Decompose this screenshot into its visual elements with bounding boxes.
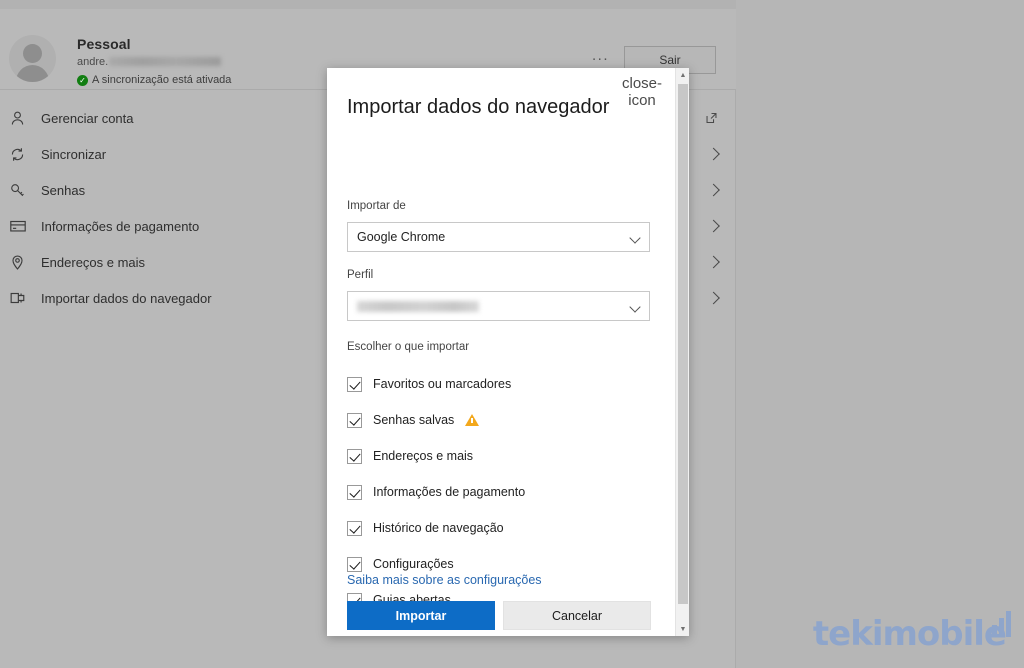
checkbox-row-senhas-salvas[interactable]: Senhas salvas	[347, 402, 657, 438]
checkbox-label: Endereços e mais	[373, 449, 474, 463]
import-from-value: Google Chrome	[357, 230, 446, 244]
location-pin-icon	[9, 252, 35, 272]
sidebar-item-label: Importar dados do navegador	[41, 290, 212, 306]
close-icon[interactable]: close-icon	[622, 75, 662, 109]
choose-what-to-import-label: Escolher o que importar	[347, 341, 470, 353]
import-from-select[interactable]: Google Chrome	[347, 222, 650, 252]
checkbox-icon[interactable]	[347, 412, 362, 428]
import-from-label: Importar de	[347, 200, 406, 212]
app-root: Pessoal andre.██████████████ ✓ A sincron…	[0, 0, 1024, 668]
chevron-right-icon[interactable]	[707, 147, 720, 161]
more-options-button[interactable]: ...	[592, 48, 609, 63]
sidebar-item-label: Endereços e mais	[41, 254, 146, 270]
person-icon	[9, 108, 35, 128]
warning-icon	[465, 414, 480, 426]
check-circle-icon: ✓	[77, 74, 88, 86]
chevron-right-icon[interactable]	[707, 183, 720, 197]
account-email-redacted: ██████████████	[109, 57, 222, 66]
profile-value-redacted: ██████████	[357, 300, 479, 312]
checkbox-label: Histórico de navegação	[373, 521, 504, 535]
checkbox-label: Senhas salvas	[373, 413, 455, 427]
sidebar-item-label: Senhas	[41, 182, 86, 198]
chevron-right-icon[interactable]	[707, 219, 720, 233]
watermark-text: tekimobile	[812, 614, 1007, 654]
avatar-head	[23, 44, 42, 63]
caret-down-icon[interactable]: ▼	[676, 622, 690, 636]
checkbox-icon[interactable]	[347, 556, 362, 572]
import-icon	[9, 288, 35, 308]
sidebar-item-label: Informações de pagamento	[41, 218, 200, 234]
checkbox-row-favoritos[interactable]: Favoritos ou marcadores	[347, 366, 657, 402]
account-name: Pessoal	[77, 36, 131, 52]
dialog-footer: Importar Cancelar	[347, 601, 651, 630]
checkbox-icon[interactable]	[347, 484, 362, 500]
checkbox-row-historico[interactable]: Histórico de navegação	[347, 510, 657, 546]
scrollbar-thumb[interactable]	[678, 84, 688, 604]
checkbox-row-pagamento[interactable]: Informações de pagamento	[347, 474, 657, 510]
key-icon	[9, 180, 35, 200]
learn-more-link[interactable]: Saiba mais sobre as configurações	[347, 573, 542, 587]
window-top-edge	[0, 0, 736, 9]
chevron-down-icon	[629, 232, 641, 244]
profile-label: Perfil	[347, 269, 374, 281]
watermark: tekimobile	[812, 611, 1011, 654]
sync-icon	[9, 144, 35, 164]
sync-status: ✓ A sincronização está ativada	[77, 74, 231, 86]
dialog-title: Importar dados do navegador	[347, 96, 610, 118]
account-email: andre.██████████████	[77, 56, 222, 68]
chevron-right-icon[interactable]	[707, 291, 720, 305]
checkbox-icon[interactable]	[347, 448, 362, 464]
import-button[interactable]: Importar	[347, 601, 495, 630]
sidebar-item-label: Sincronizar	[41, 146, 107, 162]
avatar	[9, 35, 56, 82]
chevron-down-icon	[629, 301, 641, 313]
dialog-scrollbar[interactable]: ▲ ▼	[675, 68, 689, 636]
credit-card-icon	[9, 216, 35, 236]
checkbox-icon[interactable]	[347, 520, 362, 536]
checkbox-label: Informações de pagamento	[373, 485, 526, 499]
dialog-content: close-icon Importar dados do navegador I…	[327, 68, 675, 636]
checkbox-label: Favoritos ou marcadores	[373, 377, 512, 391]
checkbox-icon[interactable]	[347, 376, 362, 392]
chevron-right-icon[interactable]	[707, 255, 720, 269]
import-browser-data-dialog: close-icon Importar dados do navegador I…	[327, 68, 689, 636]
checkbox-label: Configurações	[373, 557, 454, 571]
cancel-button[interactable]: Cancelar	[503, 601, 651, 630]
caret-up-icon[interactable]: ▲	[676, 68, 690, 82]
external-link-icon[interactable]	[705, 112, 718, 125]
avatar-body	[16, 65, 49, 82]
account-email-prefix: andre.	[77, 56, 109, 68]
checkbox-row-enderecos[interactable]: Endereços e mais	[347, 438, 657, 474]
sync-status-label: A sincronização está ativada	[92, 74, 232, 86]
sidebar-item-label: Gerenciar conta	[41, 110, 134, 126]
profile-select[interactable]: ██████████	[347, 291, 650, 321]
